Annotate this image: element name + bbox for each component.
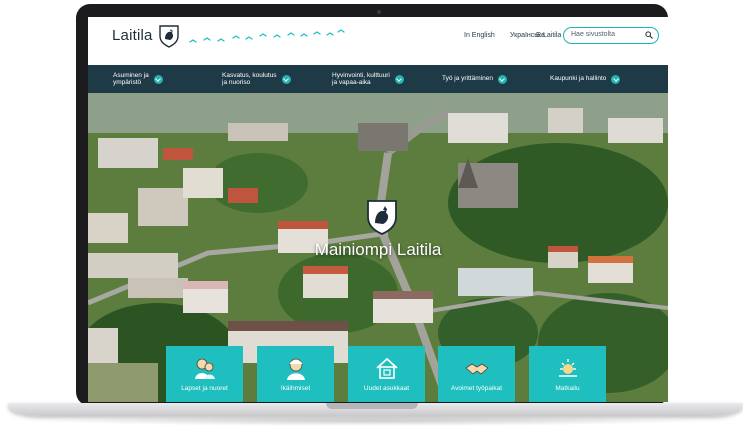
tile-open-jobs[interactable]: Avoimet työpaikat <box>438 346 515 402</box>
hero-coat-of-arms-icon <box>367 200 397 235</box>
tile-label: Ikäihmiset <box>280 385 311 392</box>
nav-label-line1: Asuminen ja <box>113 71 149 79</box>
laptop-notch <box>326 403 418 409</box>
tile-label: Lapset ja nuoret <box>181 385 228 392</box>
nav-label: Työ ja yrittäminen <box>442 75 493 83</box>
tile-children-youth[interactable]: Lapset ja nuoret <box>166 346 243 402</box>
nav-item-work[interactable]: Työ ja yrittäminen <box>442 69 507 89</box>
nav-label-line2: ympäristö <box>113 79 142 86</box>
coat-of-arms-icon[interactable] <box>158 24 180 48</box>
search-input[interactable]: Hae sivustolta <box>563 27 659 44</box>
lang-link-e-laitila[interactable]: E-Laitila <box>536 32 561 39</box>
tile-label: Uudet asukkaat <box>363 385 410 392</box>
main-navigation: Asuminen ja ympäristö Kasvatus, koulutus j… <box>88 65 668 93</box>
nav-item-city[interactable]: Kaupunki ja hallinto <box>550 69 621 89</box>
lang-link-english[interactable]: In English <box>464 32 495 39</box>
nav-item-wellbeing[interactable]: Hyvinvointi, kulttuuri ja vapaa-aika <box>332 69 404 89</box>
nav-item-education[interactable]: Kasvatus, koulutus ja nuoriso <box>222 69 291 89</box>
children-icon <box>194 358 215 379</box>
chevron-down-icon[interactable] <box>153 74 163 84</box>
chevron-down-icon[interactable] <box>281 74 291 84</box>
nav-item-housing[interactable]: Asuminen ja ympäristö <box>113 69 163 89</box>
site-logo-text[interactable]: Laitila <box>112 27 153 44</box>
nav-label-line1: Kasvatus, koulutus <box>222 71 277 79</box>
sun-icon <box>558 359 577 377</box>
search-placeholder: Hae sivustolta <box>571 31 615 38</box>
house-icon <box>375 357 398 379</box>
search-icon[interactable] <box>645 31 653 39</box>
tile-tourism[interactable]: Matkailu <box>529 346 606 402</box>
birds-decoration-icon <box>189 29 345 43</box>
hero-title: Mainiompi Laitila <box>314 240 442 259</box>
browser-screen: Laitila In English Українська E-Laitila … <box>88 17 668 402</box>
nav-label-line2: ja nuoriso <box>222 79 251 86</box>
laptop-shadow <box>40 416 703 426</box>
tile-elderly[interactable]: Ikäihmiset <box>257 346 334 402</box>
nav-label: Kaupunki ja hallinto <box>550 75 607 83</box>
handshake-icon <box>464 363 489 375</box>
tile-label: Avoimet työpaikat <box>450 385 503 392</box>
elderly-icon <box>286 358 305 380</box>
site-header: Laitila In English Українська E-Laitila … <box>88 17 668 65</box>
chevron-down-icon[interactable] <box>394 74 404 84</box>
chevron-down-icon[interactable] <box>611 74 621 84</box>
tile-label: Matkailu <box>555 385 580 392</box>
nav-label-line2: ja vapaa-aika <box>332 79 371 86</box>
tile-new-residents[interactable]: Uudet asukkaat <box>348 346 425 402</box>
chevron-down-icon[interactable] <box>497 74 507 84</box>
nav-label-line1: Hyvinvointi, kulttuuri <box>332 71 390 79</box>
camera <box>377 10 381 14</box>
